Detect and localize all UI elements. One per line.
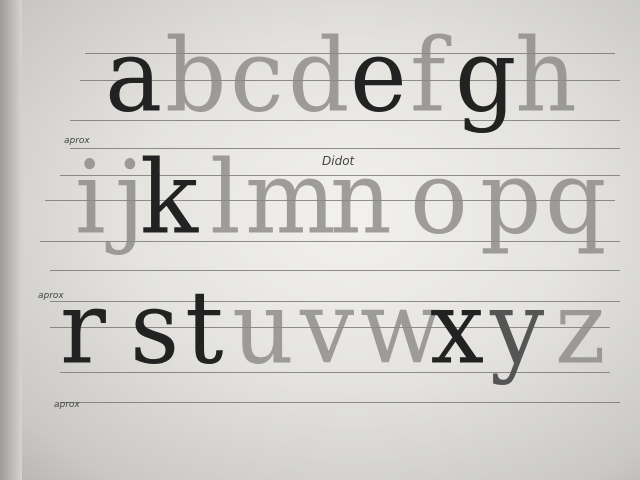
letter-a: a — [105, 17, 163, 135]
letter-c: c — [230, 17, 284, 135]
letter-z: z — [555, 269, 606, 387]
letter-o: o — [410, 139, 468, 257]
letter-q: q — [545, 139, 607, 257]
letter-x: x — [430, 269, 485, 387]
letter-k: k — [140, 139, 199, 257]
letter-h: h — [515, 17, 577, 135]
letter-m: m — [245, 139, 337, 257]
letter-s: s — [130, 269, 180, 387]
letter-u: u — [232, 269, 294, 387]
letter-b: b — [165, 17, 227, 135]
letter-d: d — [288, 17, 350, 135]
letter-i: i — [75, 139, 106, 257]
letter-p: p — [480, 139, 542, 257]
letter-v: v — [300, 269, 355, 387]
letter-t: t — [185, 269, 224, 387]
letter-g: g — [455, 17, 517, 135]
letter-l: l — [210, 139, 241, 257]
letter-n: n — [330, 139, 392, 257]
paper-edge — [0, 0, 22, 480]
letter-r: r — [60, 269, 106, 387]
note-approx-3: aprox — [54, 400, 80, 410]
letter-e: e — [350, 17, 407, 135]
letter-f: f — [410, 17, 446, 135]
letter-y: y — [490, 269, 545, 387]
